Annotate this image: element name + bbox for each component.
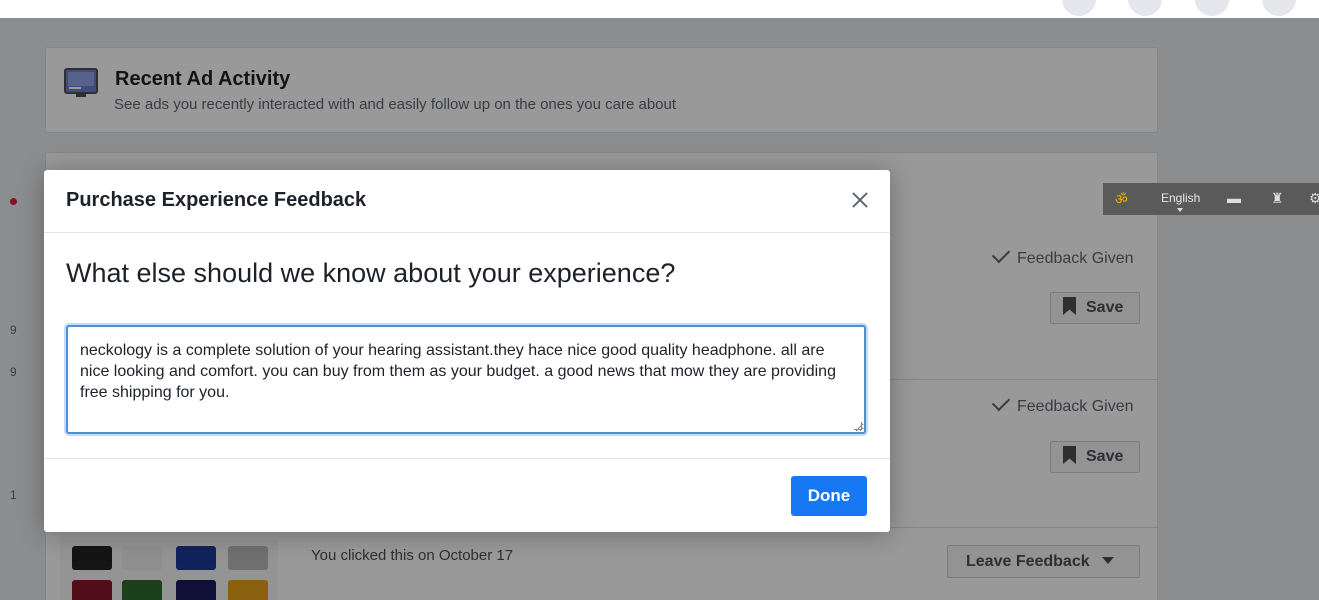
gear-icon[interactable]: ⚙	[1309, 190, 1319, 207]
toolbar-circle-button[interactable]	[1062, 0, 1096, 16]
translate-icon[interactable]: ॐ	[1115, 190, 1128, 209]
feedback-question: What else should we know about your expe…	[66, 258, 676, 288]
toolbar-circle-button[interactable]	[1262, 0, 1296, 16]
toolbar-circle-button[interactable]	[1195, 0, 1229, 16]
done-button[interactable]: Done	[791, 476, 867, 516]
feedback-textarea[interactable]: neckology is a complete solution of your…	[66, 325, 866, 434]
feedback-dialog: Purchase Experience Feedback What else s…	[44, 170, 890, 532]
language-selector[interactable]: English	[1161, 191, 1200, 205]
dialog-header: Purchase Experience Feedback	[44, 170, 890, 233]
chess-icon[interactable]: ♜	[1271, 190, 1284, 207]
dialog-footer-divider	[44, 458, 890, 459]
keyboard-icon[interactable]: ▬	[1227, 190, 1241, 206]
close-icon[interactable]	[850, 190, 870, 210]
dialog-title: Purchase Experience Feedback	[66, 189, 367, 211]
caret-down-icon	[1177, 208, 1183, 212]
extension-toolbar: ॐ English ▬ ♜ ⚙	[1103, 183, 1319, 215]
toolbar-circle-button[interactable]	[1128, 0, 1162, 16]
top-bar	[0, 0, 1319, 18]
